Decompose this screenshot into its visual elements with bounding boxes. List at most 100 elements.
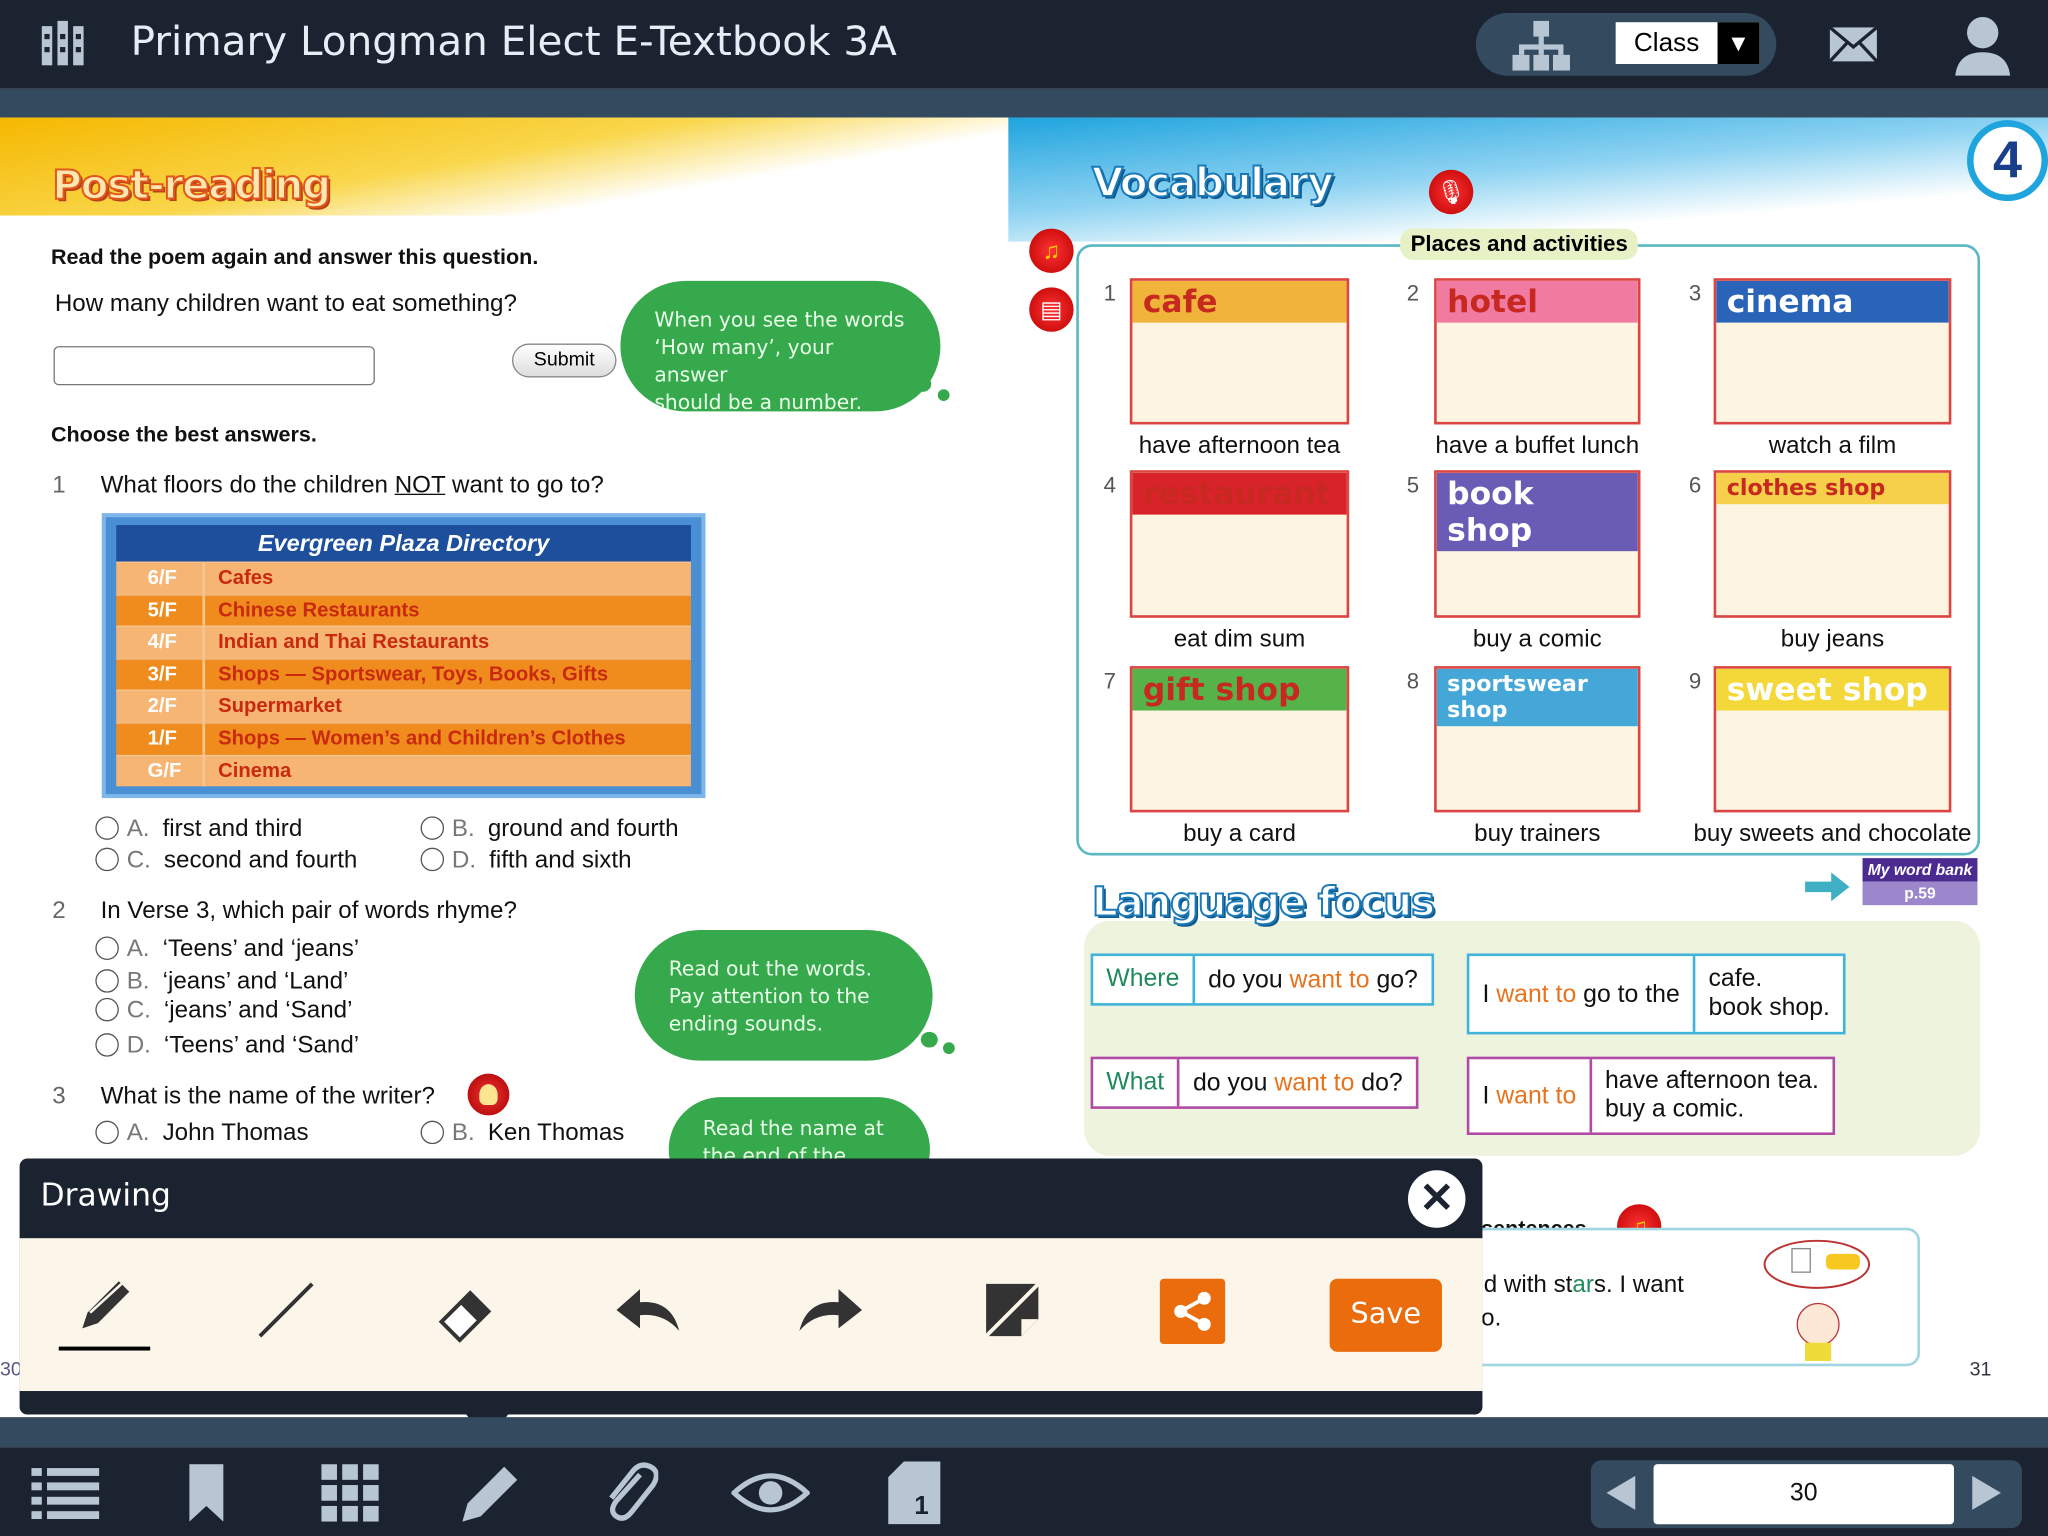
notes-icon[interactable]: ▤	[1029, 287, 1074, 332]
audio-icon[interactable]: ♫	[1029, 228, 1074, 273]
q1-text-post: want to go to?	[445, 470, 604, 498]
q2-option-d[interactable]: D. ‘Teens’ and ‘Sand’	[95, 1031, 359, 1060]
option-text: second and fourth	[163, 845, 358, 873]
clear-icon[interactable]	[967, 1264, 1058, 1355]
vocab-picture[interactable]: clothes shop	[1713, 470, 1952, 618]
word-bank-label: My word bank	[1862, 858, 1978, 882]
library-icon[interactable]	[39, 18, 89, 77]
vocab-number: 7	[1103, 668, 1117, 694]
text: go to the	[1576, 980, 1680, 1009]
vocab-picture[interactable]: cafe	[1129, 278, 1350, 425]
q2-option-a[interactable]: A. ‘Teens’ and ‘jeans’	[95, 934, 359, 963]
vocab-number: 1	[1103, 280, 1117, 306]
vocab-picture[interactable]: hotel	[1434, 278, 1641, 425]
q2-option-c[interactable]: C. ‘jeans’ and ‘Sand’	[95, 995, 352, 1024]
store-type: Cinema	[218, 759, 292, 782]
directory-row: 2/F Supermarket	[116, 690, 691, 723]
pencil-icon[interactable]	[58, 1264, 151, 1351]
vocab-picture[interactable]: sportswear shop	[1434, 666, 1641, 813]
thumbnails-icon[interactable]	[311, 1456, 389, 1529]
undo-icon[interactable]	[603, 1264, 694, 1355]
eye-icon[interactable]	[731, 1456, 810, 1529]
close-drawing-button[interactable]: ✕	[1407, 1170, 1466, 1228]
store-type: Indian and Thai Restaurants	[218, 631, 490, 654]
language-focus-banner: Language focus	[1091, 878, 1436, 927]
tip-line: Read out the words.	[668, 957, 873, 981]
save-button[interactable]: Save	[1329, 1278, 1442, 1352]
class-select-value: Class	[1633, 28, 1700, 58]
option-letter: C.	[126, 995, 151, 1023]
directory-title: Evergreen Plaza Directory	[116, 525, 691, 562]
page-jump-icon[interactable]: 1	[875, 1456, 953, 1529]
answer-option: cafe.	[1708, 965, 1763, 993]
share-button[interactable]	[1159, 1278, 1226, 1344]
q3-number: 3	[52, 1081, 66, 1109]
what-word: What	[1093, 1059, 1180, 1107]
q1-option-d[interactable]: D. fifth and sixth	[420, 845, 632, 874]
floor: 1/F	[116, 723, 206, 755]
answer-input[interactable]	[53, 346, 375, 386]
where-word: Where	[1093, 956, 1196, 1004]
directory-row: 6/F Cafes	[116, 561, 691, 594]
q1-option-c[interactable]: C. second and fourth	[95, 845, 357, 874]
where-question-box: Where do you want to go?	[1090, 953, 1434, 1006]
class-select[interactable]: Class ▼	[1615, 22, 1760, 64]
vocab-number: 4	[1103, 472, 1117, 498]
radio-button[interactable]	[420, 1120, 445, 1145]
contents-icon[interactable]	[26, 1456, 104, 1529]
vocabulary-banner: Vocabulary	[1091, 158, 1335, 207]
q3-option-b[interactable]: B. Ken Thomas	[420, 1118, 624, 1147]
answer-option: have afternoon tea.	[1604, 1067, 1819, 1095]
q1-option-a[interactable]: A. first and third	[95, 814, 302, 843]
text: I	[1482, 1082, 1497, 1111]
tip-line: Pay attention to the	[668, 984, 870, 1009]
floor: 6/F	[116, 562, 206, 594]
instruction-choose: Choose the best answers.	[50, 423, 317, 447]
redo-icon[interactable]	[784, 1264, 875, 1355]
shop-sign: cinema	[1716, 280, 1949, 323]
eraser-icon[interactable]	[421, 1264, 512, 1355]
radio-button[interactable]	[95, 969, 119, 993]
vocab-number: 9	[1688, 668, 1702, 694]
post-reading-banner: Post-reading	[51, 161, 332, 210]
radio-button[interactable]	[95, 1033, 119, 1057]
previous-page-icon[interactable]	[1604, 1473, 1638, 1519]
mail-icon[interactable]	[1828, 26, 1879, 69]
radio-button[interactable]	[95, 816, 119, 840]
attachment-icon[interactable]	[590, 1456, 668, 1529]
vocab-picture[interactable]: restaurant	[1129, 470, 1350, 618]
line-icon[interactable]	[240, 1264, 331, 1355]
radio-button[interactable]	[95, 847, 119, 872]
q2-option-b[interactable]: B. ‘jeans’ and ‘Land’	[95, 967, 348, 996]
bookmark-icon[interactable]	[167, 1456, 245, 1529]
word-bank-link[interactable]: My word bank p.59	[1862, 858, 1978, 906]
radio-button[interactable]	[420, 847, 445, 872]
vocab-caption: buy jeans	[1780, 624, 1885, 652]
radio-button[interactable]	[420, 816, 445, 840]
vocab-picture[interactable]: gift shop	[1129, 666, 1350, 813]
radio-button[interactable]	[95, 936, 119, 960]
submit-button[interactable]: Submit	[511, 343, 617, 378]
vocab-picture[interactable]: book shop	[1434, 470, 1641, 618]
radio-button[interactable]	[95, 1120, 119, 1145]
hint-lightbulb-icon[interactable]	[467, 1073, 510, 1116]
vocab-picture[interactable]: cinema	[1713, 278, 1952, 425]
option-letter: D.	[451, 845, 477, 873]
pen-icon[interactable]	[449, 1456, 527, 1529]
page-number-input[interactable]	[1653, 1464, 1954, 1525]
q1-option-b[interactable]: B. ground and fourth	[420, 814, 679, 843]
where-answer-box: I want to go to the cafe. book shop.	[1466, 953, 1846, 1035]
microphone-icon[interactable]: 🎙	[1428, 169, 1474, 215]
vocab-picture[interactable]: sweet shop	[1713, 666, 1952, 813]
radio-button[interactable]	[95, 997, 119, 1022]
vocab-caption: buy sweets and chocolate	[1693, 818, 1972, 847]
vocab-caption: buy a card	[1183, 818, 1296, 847]
directory-row: G/F Cinema	[116, 754, 691, 787]
vocab-number: 5	[1406, 472, 1420, 498]
q1-text: What floors do the children NOT want to …	[101, 470, 604, 499]
hierarchy-icon[interactable]	[1511, 18, 1571, 79]
option-letter: D.	[126, 1030, 151, 1058]
q3-option-a[interactable]: A. John Thomas	[95, 1118, 309, 1147]
next-page-icon[interactable]	[1970, 1473, 2004, 1519]
user-icon[interactable]	[1953, 13, 2013, 82]
